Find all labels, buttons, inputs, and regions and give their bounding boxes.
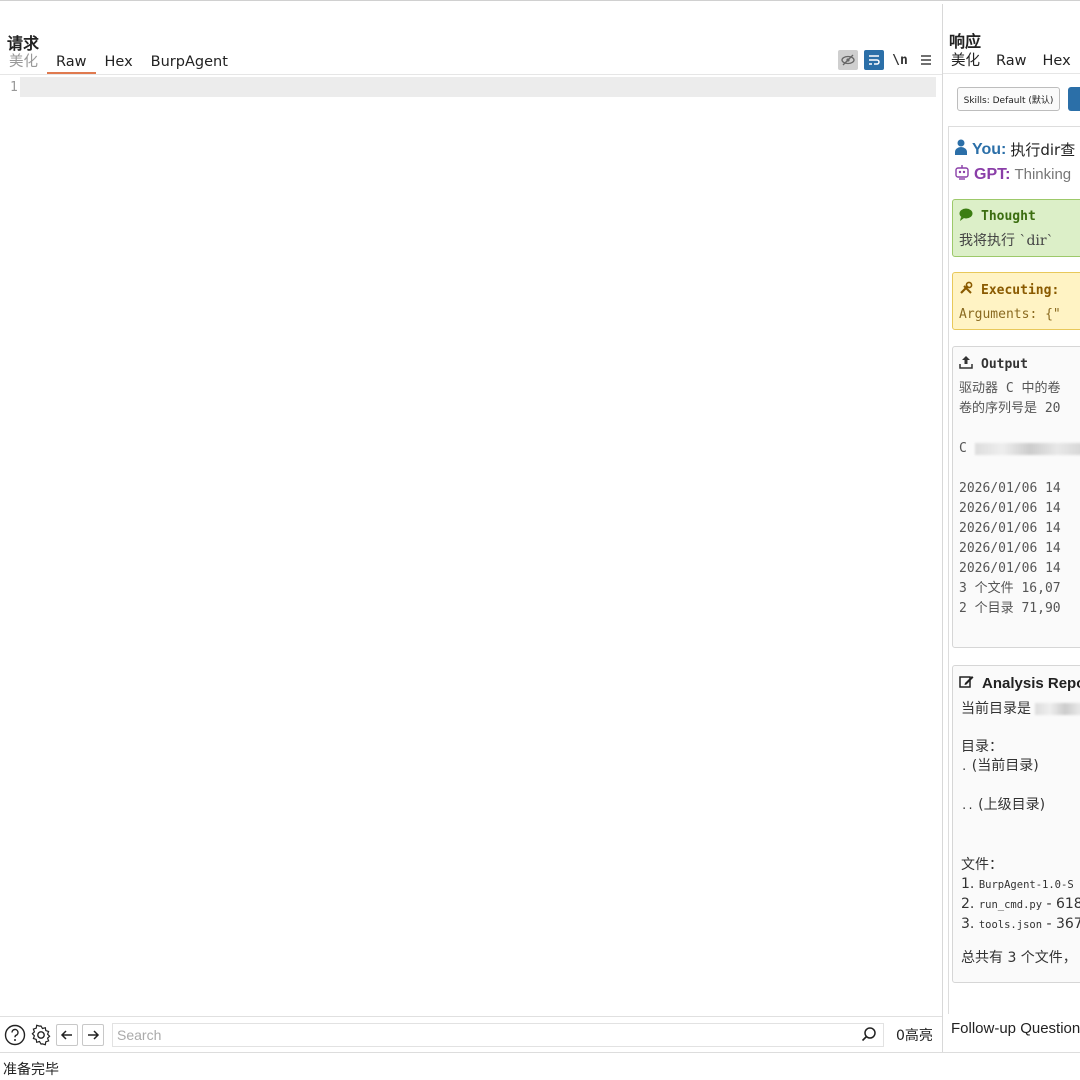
arrow-right-icon[interactable]	[82, 1023, 104, 1046]
output-line: 2026/01/06 14	[959, 541, 1061, 556]
output-card: Output 驱动器 C 中的卷 卷的序列号是 20 C 2026/01/06 …	[952, 346, 1080, 648]
user-message-text: 执行dir查	[1010, 141, 1076, 159]
tab-pretty[interactable]: 美化	[0, 52, 47, 74]
send-button[interactable]	[1068, 87, 1080, 111]
comment-icon	[959, 208, 973, 225]
tab-raw[interactable]: Raw	[47, 52, 96, 74]
question-circle-icon[interactable]	[4, 1024, 26, 1046]
gear-icon[interactable]	[30, 1024, 52, 1046]
assistant-message: GPT: Thinking	[954, 164, 1071, 185]
line-number: 1	[10, 80, 18, 95]
output-line: 2026/01/06 14	[959, 561, 1061, 576]
tab-burpagent[interactable]: BurpAgent	[142, 52, 237, 74]
thought-title: Thought	[981, 209, 1036, 224]
analysis-report-card: Analysis Repo 当前目录是 目录： . (当前目录) .. (上级目…	[952, 665, 1080, 983]
output-line: 驱动器 C 中的卷	[959, 381, 1061, 396]
response-tabs: 美化 Raw Hex	[943, 51, 1079, 73]
report-title: Analysis Repo	[982, 674, 1080, 692]
status-bar: 准备完毕	[0, 1052, 1080, 1080]
search-field	[112, 1022, 884, 1047]
tab-hex[interactable]: Hex	[1035, 51, 1079, 73]
output-body: 驱动器 C 中的卷 卷的序列号是 20 C 2026/01/06 14 2026…	[953, 377, 1080, 621]
report-file-item: 2. run_cmd.py - 618	[961, 896, 1080, 912]
thought-card: Thought 我将执行 `dir`	[952, 199, 1080, 257]
response-pane: 响应 美化 Raw Hex Skills: Default (默认) You: …	[943, 4, 1080, 1052]
redacted-path	[974, 442, 1080, 455]
executing-title: Executing:	[981, 282, 1060, 298]
assistant-label: GPT:	[974, 165, 1011, 183]
search-input[interactable]	[113, 1023, 883, 1046]
output-line: 3 个文件 16,07	[959, 581, 1061, 596]
user-message: You: 执行dir查	[954, 139, 1075, 160]
search-bar: 0高亮	[0, 1016, 942, 1052]
tab-pretty[interactable]: 美化	[943, 51, 988, 73]
redacted-path	[1035, 703, 1080, 715]
wrap-text-icon[interactable]	[864, 50, 884, 70]
report-files-title: 文件：	[961, 857, 1003, 873]
report-file-item: 1. BurpAgent-1.0-S	[961, 876, 1074, 892]
output-line: 卷的序列号是 20	[959, 401, 1061, 416]
report-current-dir: 当前目录是	[961, 701, 1031, 717]
output-line: 2 个目录 71,90	[959, 601, 1061, 616]
chat-panel: You: 执行dir查 GPT: Thinking Thought 我将执行 `…	[948, 126, 1080, 1014]
executing-card: Executing: Arguments: {"	[952, 272, 1080, 330]
output-line: C	[959, 439, 1080, 459]
tools-icon	[959, 281, 973, 299]
user-icon	[954, 139, 968, 160]
report-dir-item: . (当前目录)	[961, 758, 1039, 774]
report-dir-item: .. (上级目录)	[961, 797, 1046, 813]
search-icon[interactable]	[861, 1026, 877, 1047]
request-title: 请求	[7, 34, 40, 53]
tab-divider	[943, 73, 1080, 74]
robot-icon	[954, 164, 970, 185]
assistant-status-text: Thinking	[1014, 166, 1072, 183]
match-count: 0高亮	[896, 1027, 933, 1044]
editor-toolbar: \n	[838, 50, 936, 70]
response-title: 响应	[949, 32, 982, 51]
followup-question-input[interactable]: Follow-up Question	[951, 1020, 1080, 1037]
request-tabs: 美化 Raw Hex BurpAgent	[0, 52, 237, 74]
request-pane: 请求 美化 Raw Hex BurpAgent \n 1	[0, 4, 942, 1050]
status-text: 准备完毕	[3, 1062, 59, 1078]
output-line: 2026/01/06 14	[959, 521, 1061, 536]
output-line: 2026/01/06 14	[959, 501, 1061, 516]
report-file-item: 3. tools.json - 367	[961, 916, 1080, 932]
upload-icon	[959, 355, 973, 373]
arrow-left-icon[interactable]	[56, 1023, 78, 1046]
edit-icon	[959, 674, 974, 692]
output-title: Output	[981, 356, 1028, 372]
tab-hex[interactable]: Hex	[96, 52, 142, 74]
report-dirs-title: 目录：	[961, 739, 1003, 755]
skills-dropdown-button[interactable]: Skills: Default (默认)	[957, 87, 1060, 111]
output-line: 2026/01/06 14	[959, 481, 1061, 496]
tab-raw[interactable]: Raw	[988, 51, 1035, 73]
report-summary: 总共有 3 个文件，	[961, 950, 1077, 966]
current-line-highlight	[20, 77, 936, 97]
executing-arguments: Arguments: {"	[959, 307, 1061, 322]
hamburger-menu-icon[interactable]	[916, 50, 936, 70]
request-editor[interactable]: 1	[0, 75, 942, 1015]
user-label: You:	[972, 140, 1007, 158]
newline-toggle-button[interactable]: \n	[890, 50, 910, 70]
eye-slash-icon[interactable]	[838, 50, 858, 70]
thought-body: 我将执行 `dir`	[959, 233, 1054, 249]
